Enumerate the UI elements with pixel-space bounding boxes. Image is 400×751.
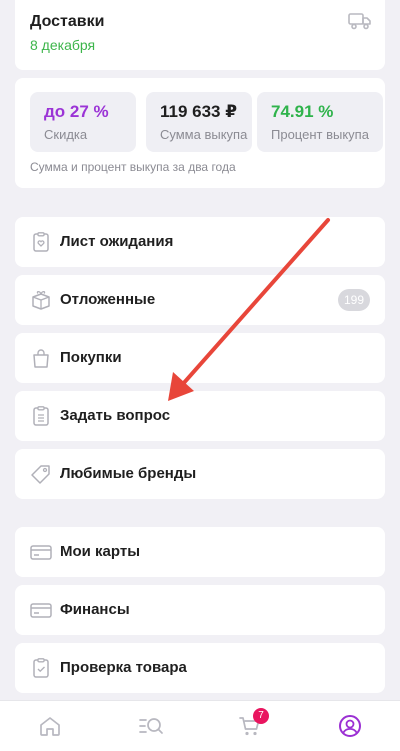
sum-value: 119 633 ₽ [160, 102, 238, 121]
menu-item-label: Проверка товара [60, 659, 187, 676]
profile-icon [339, 715, 361, 737]
menu-item-label: Любимые бренды [60, 465, 197, 482]
discount-stat[interactable]: до 27 % Скидка [30, 92, 136, 152]
discount-label: Скидка [44, 127, 88, 142]
menu-item-ask-question[interactable]: Задать вопрос [15, 391, 385, 441]
menu-item-product-check[interactable]: Проверка товара [15, 643, 385, 693]
tab-profile[interactable] [335, 711, 365, 741]
discount-value: до 27 % [44, 102, 109, 121]
menu-item-label: Задать вопрос [60, 407, 171, 424]
home-icon [40, 717, 60, 736]
credit-card-icon [30, 545, 52, 560]
menu-item-saved[interactable]: Отложенные 199 [15, 275, 385, 325]
menu-item-finances[interactable]: Финансы [15, 585, 385, 635]
tag-icon [31, 465, 50, 484]
clipboard-check-icon [33, 658, 49, 678]
sum-label: Сумма выкупа [160, 127, 248, 142]
bottom-tab-bar: 7 [0, 700, 400, 751]
cart-count-badge: 7 [253, 708, 269, 724]
tab-home[interactable] [35, 711, 65, 741]
menu-item-label: Лист ожидания [60, 233, 174, 250]
box-icon [32, 291, 50, 310]
truck-icon [348, 13, 371, 30]
tab-catalog[interactable] [135, 711, 165, 741]
menu-item-favorite-brands[interactable]: Любимые бренды [15, 449, 385, 499]
menu-item-my-cards[interactable]: Мои карты [15, 527, 385, 577]
menu-item-label: Финансы [60, 601, 130, 618]
wallet-card-icon [30, 603, 52, 618]
menu-item-label: Мои карты [60, 543, 141, 560]
stats-card: до 27 % Скидка 119 633 ₽ Сумма выкупа 74… [15, 78, 385, 188]
stats-note: Сумма и процент выкупа за два года [30, 160, 236, 174]
menu-item-purchases[interactable]: Покупки [15, 333, 385, 383]
saved-count-badge: 199 [338, 289, 370, 311]
percent-value: 74.91 % [271, 102, 334, 121]
catalog-search-icon [139, 718, 163, 734]
percent-label: Процент выкупа [271, 127, 369, 142]
delivery-title: Доставки [30, 13, 105, 30]
percent-stat[interactable]: 74.91 % Процент выкупа [257, 92, 383, 152]
menu-item-label: Покупки [60, 349, 122, 366]
clipboard-heart-icon [33, 232, 49, 252]
delivery-card[interactable]: Доставки 8 декабря [15, 0, 385, 70]
shopping-bag-icon [33, 349, 49, 368]
delivery-date: 8 декабря [30, 37, 96, 53]
tab-cart[interactable]: 7 [235, 708, 269, 741]
document-list-icon [33, 406, 49, 426]
menu-item-waitlist[interactable]: Лист ожидания [15, 217, 385, 267]
sum-stat[interactable]: 119 633 ₽ Сумма выкупа [146, 92, 252, 152]
menu-item-label: Отложенные [60, 291, 156, 308]
